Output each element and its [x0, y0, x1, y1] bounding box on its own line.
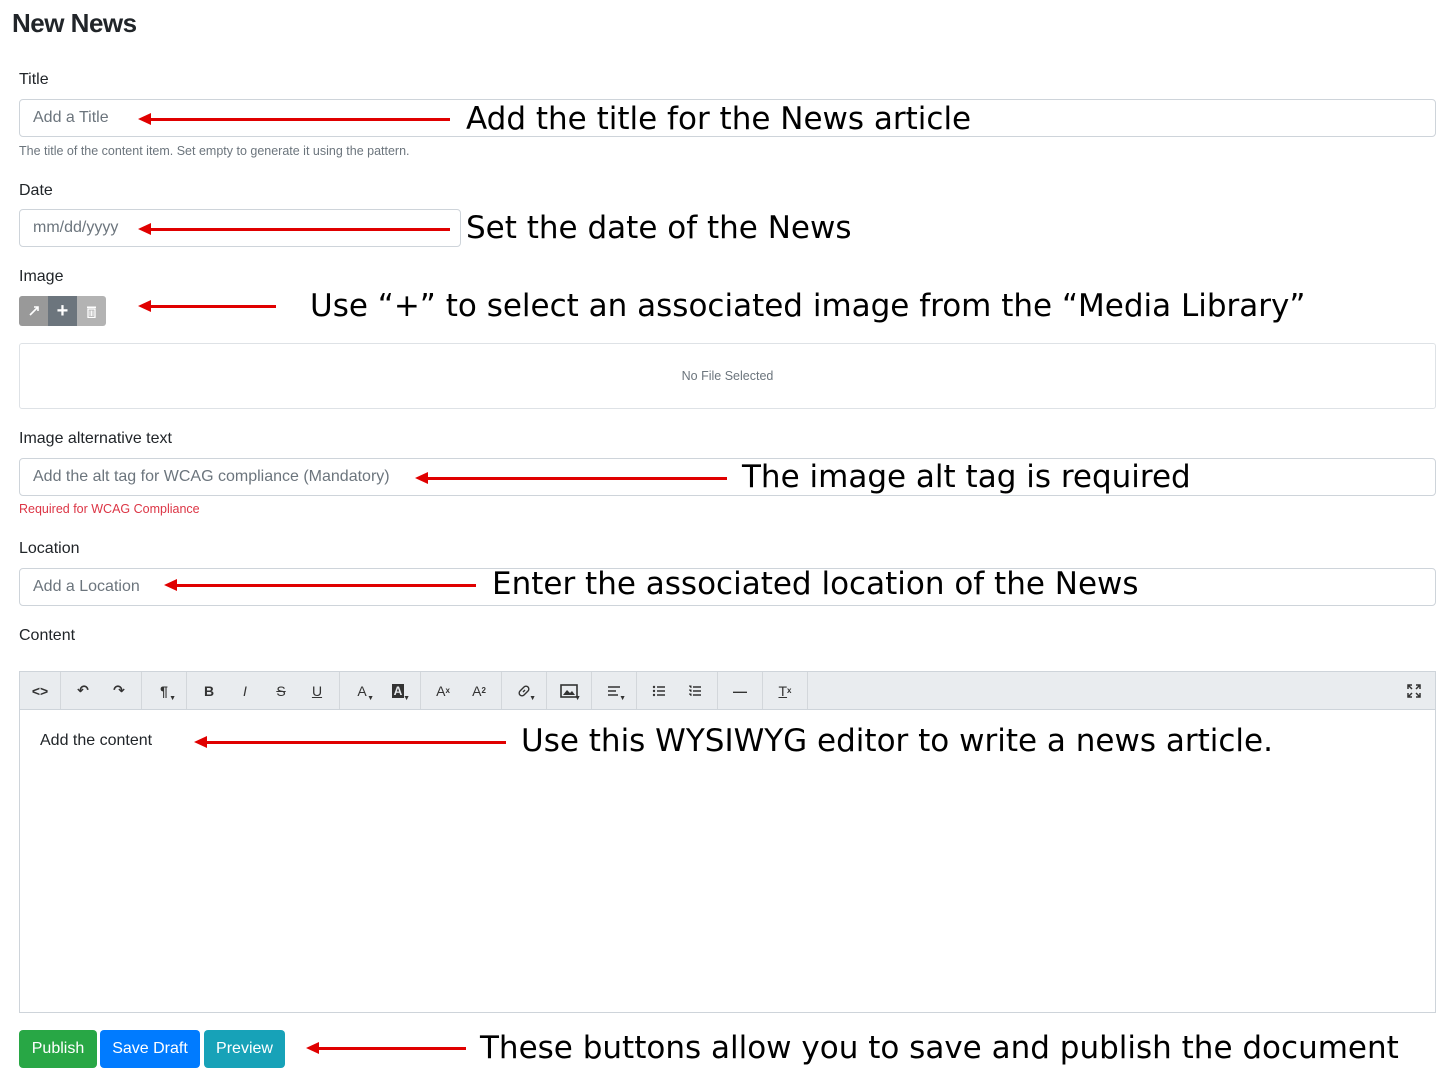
- superscript-button[interactable]: Ax: [425, 672, 461, 709]
- subscript-button[interactable]: A2: [461, 672, 497, 709]
- background-color-button[interactable]: A ▼: [380, 672, 416, 709]
- annotation-arrow-image: [138, 300, 276, 312]
- underline-icon: U: [311, 682, 323, 699]
- annotation-image: Use “+” to select an associated image fr…: [310, 288, 1306, 324]
- caret-down-icon: ▼: [529, 695, 536, 702]
- annotation-arrow-title: [138, 113, 450, 125]
- page-title: New News: [12, 8, 137, 38]
- no-file-text: No File Selected: [681, 369, 774, 383]
- paragraph-style-button[interactable]: ¶ ▼: [146, 672, 182, 709]
- underline-button[interactable]: U: [299, 672, 335, 709]
- date-label: Date: [19, 182, 53, 199]
- caret-down-icon: ▼: [574, 695, 581, 702]
- publish-button[interactable]: Publish: [19, 1030, 97, 1068]
- unordered-list-button[interactable]: [641, 672, 677, 709]
- annotation-alt: The image alt tag is required: [742, 459, 1191, 495]
- editor-toolbar: <> ↶ ↷ ¶ ▼ B I S U A ▼ A ▼ Ax A2 ▼ ▼ ▼ —…: [20, 672, 1435, 710]
- caret-down-icon: ▼: [403, 695, 410, 702]
- image-label: Image: [19, 268, 64, 285]
- code-icon: <>: [31, 682, 49, 699]
- annotation-buttons: These buttons allow you to save and publ…: [480, 1030, 1399, 1066]
- annotation-content: Use this WYSIWYG editor to write a news …: [521, 723, 1273, 759]
- image-button-group: +: [19, 296, 106, 326]
- location-label: Location: [19, 540, 80, 557]
- undo-icon: ↶: [77, 682, 89, 698]
- code-view-button[interactable]: <>: [22, 672, 58, 709]
- image-preview-box[interactable]: No File Selected: [19, 343, 1436, 409]
- italic-icon: I: [243, 682, 247, 699]
- annotation-arrow-buttons: [306, 1042, 466, 1054]
- annotation-arrow-content: [194, 736, 506, 748]
- annotation-arrow-date: [138, 223, 450, 235]
- crop-image-button[interactable]: [19, 296, 48, 326]
- strikethrough-button[interactable]: S: [263, 672, 299, 709]
- redo-button[interactable]: ↷: [101, 672, 137, 709]
- trash-icon: [87, 306, 96, 318]
- clear-format-icon: T: [778, 682, 788, 699]
- add-image-button[interactable]: +: [48, 296, 77, 326]
- content-placeholder: Add the content: [40, 732, 153, 749]
- alt-text-placeholder: Add the alt tag for WCAG compliance (Man…: [33, 468, 390, 485]
- bold-icon: B: [203, 682, 215, 699]
- alt-text-label: Image alternative text: [19, 430, 172, 447]
- bold-button[interactable]: B: [191, 672, 227, 709]
- annotation-date: Set the date of the News: [466, 210, 852, 246]
- save-draft-button[interactable]: Save Draft: [100, 1030, 200, 1068]
- italic-button[interactable]: I: [227, 672, 263, 709]
- horizontal-rule-button[interactable]: —: [722, 672, 758, 709]
- date-placeholder: mm/dd/yyyy: [33, 219, 119, 236]
- horizontal-rule-icon: —: [733, 682, 747, 699]
- strikethrough-icon: S: [276, 682, 286, 699]
- content-label: Content: [19, 627, 76, 644]
- title-hint: The title of the content item. Set empty…: [19, 144, 410, 158]
- alt-text-input[interactable]: Add the alt tag for WCAG compliance (Man…: [19, 458, 1436, 496]
- clear-format-button[interactable]: Tx: [767, 672, 803, 709]
- editor-content-area[interactable]: Add the content: [40, 732, 152, 750]
- remove-image-button[interactable]: [77, 296, 106, 326]
- superscript-icon: A: [436, 682, 446, 699]
- caret-down-icon: ▼: [367, 695, 374, 702]
- alt-text-required-hint: Required for WCAG Compliance: [19, 502, 200, 516]
- bullet-list-icon: [652, 685, 665, 696]
- annotation-arrow-location: [164, 579, 476, 591]
- font-color-icon: A: [357, 682, 367, 699]
- preview-button[interactable]: Preview: [204, 1030, 285, 1068]
- fullscreen-button[interactable]: [1407, 672, 1421, 710]
- ordered-list-button[interactable]: [677, 672, 713, 709]
- annotation-arrow-alt: [415, 472, 727, 484]
- redo-icon: ↷: [113, 682, 125, 698]
- title-label: Title: [19, 71, 49, 88]
- subscript-icon: A: [472, 682, 482, 699]
- insert-image-button[interactable]: ▼: [551, 672, 587, 709]
- numbered-list-icon: [689, 685, 701, 696]
- expand-icon: [28, 306, 39, 316]
- location-placeholder: Add a Location: [33, 578, 140, 595]
- undo-button[interactable]: ↶: [65, 672, 101, 709]
- annotation-title: Add the title for the News article: [466, 101, 972, 137]
- paragraph-icon: ¶: [160, 682, 168, 699]
- caret-down-icon: ▼: [619, 695, 626, 702]
- annotation-location: Enter the associated location of the New…: [492, 566, 1139, 602]
- caret-down-icon: ▼: [169, 695, 176, 702]
- plus-icon: +: [56, 299, 69, 322]
- link-button[interactable]: ▼: [506, 672, 542, 709]
- align-button[interactable]: ▼: [596, 672, 632, 709]
- title-placeholder: Add a Title: [33, 109, 109, 126]
- fullscreen-icon: [1407, 684, 1421, 698]
- font-color-button[interactable]: A ▼: [344, 672, 380, 709]
